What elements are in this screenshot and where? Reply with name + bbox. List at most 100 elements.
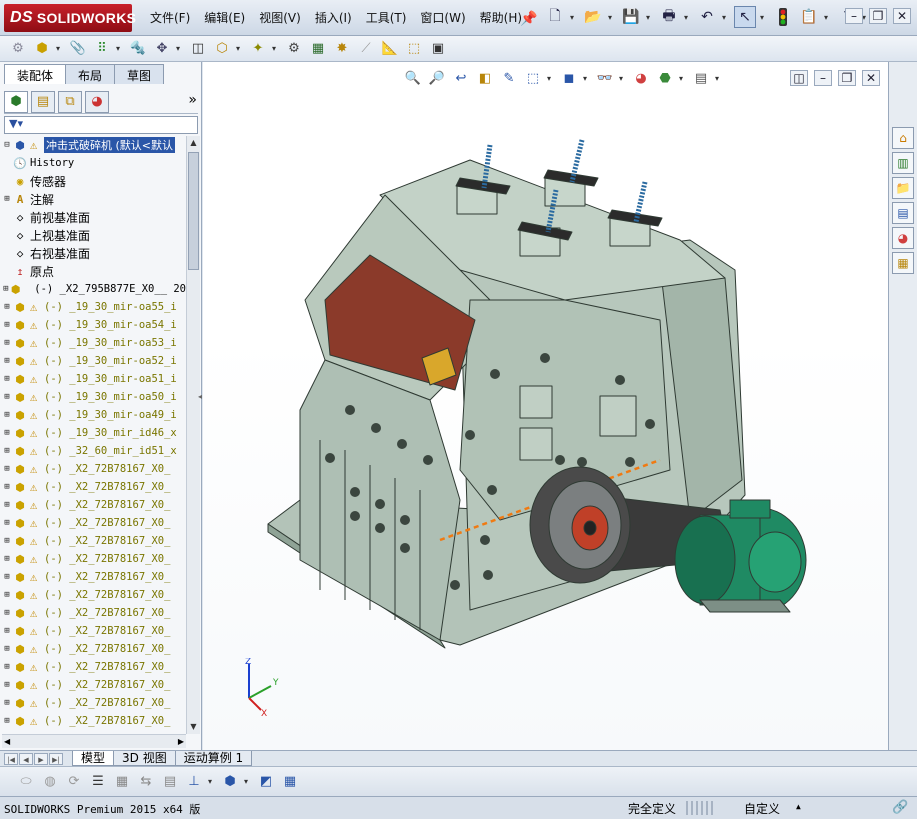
menu-view[interactable]: 视图(V): [259, 9, 301, 26]
tab-sketch[interactable]: 草图: [114, 64, 165, 84]
tab-model[interactable]: 模型: [72, 751, 115, 766]
print-dropdown-icon[interactable]: ▾: [684, 13, 692, 22]
panel-collapse-handle-icon[interactable]: ◂: [198, 392, 202, 401]
scroll-left-icon[interactable]: ◀: [4, 737, 10, 746]
properties-dropdown-icon[interactable]: ▾: [824, 13, 832, 22]
mirror-icon[interactable]: ⇆: [136, 772, 156, 792]
rebuild-traffic-light-icon[interactable]: [772, 6, 794, 28]
scroll-up-icon[interactable]: ▲: [187, 136, 200, 150]
bill-of-materials-icon[interactable]: ▦: [308, 39, 328, 59]
pattern-dropdown-icon[interactable]: ▾: [116, 44, 124, 53]
tree-component-row[interactable]: ⊞⬢ ⚠ (-) _X2_72B78167_X0_: [2, 514, 186, 532]
save-icon[interactable]: 💾: [620, 6, 642, 28]
open-folder-icon[interactable]: 📂: [582, 6, 604, 28]
tree-component-row[interactable]: ⊞ ⬢ ⚠ (-) _19_30_mir_id46_x: [2, 424, 186, 442]
tree-vertical-scrollbar[interactable]: ▲ ▼: [186, 136, 200, 734]
cube-blue-icon[interactable]: ⬢: [220, 772, 240, 792]
expand-icon[interactable]: ⊞: [2, 320, 12, 330]
tab-next-icon[interactable]: ▶: [34, 752, 48, 765]
collapse-icon[interactable]: ⊟: [2, 140, 12, 150]
tree-component-row[interactable]: ⊞⬢ ⚠ (-) _X2_72B78167_X0_: [2, 568, 186, 586]
tree-component-row[interactable]: ⊞⬢ ⚠ (-) _X2_72B78167_X0_: [2, 586, 186, 604]
expand-icon[interactable]: ⊞: [2, 194, 12, 204]
sphere-icon[interactable]: ◍: [40, 772, 60, 792]
close-icon[interactable]: ✕: [893, 8, 911, 24]
tree-component-row[interactable]: ⊞⬢ ⚠ (-) _X2_72B78167_X0_: [2, 676, 186, 694]
expand-icon[interactable]: ⊞: [2, 536, 12, 546]
scroll-thumb[interactable]: [188, 152, 199, 270]
appearances-icon[interactable]: ◕: [892, 227, 914, 249]
menu-tools[interactable]: 工具(T): [366, 9, 407, 26]
tab-first-icon[interactable]: |◀: [4, 752, 18, 765]
tree-component-row[interactable]: ⊞ ⬢ ⚠ (-) _19_30_mir-oa51_i: [2, 370, 186, 388]
status-units[interactable]: 自定义: [744, 800, 780, 817]
new-document-icon[interactable]: 🗋: [544, 6, 566, 28]
linear-pattern-icon[interactable]: ⠿: [92, 39, 112, 59]
insert-component-icon[interactable]: ⚙: [8, 39, 28, 59]
box-icon[interactable]: ◩: [256, 772, 276, 792]
grid-icon[interactable]: ▦: [112, 772, 132, 792]
tab-3d-views[interactable]: 3D 视图: [113, 751, 176, 766]
tree-node-front-plane[interactable]: ◇ 前视基准面: [2, 208, 186, 226]
smart-fasteners-icon[interactable]: 🔩: [128, 39, 148, 59]
expand-icon[interactable]: ⊞: [2, 284, 10, 294]
tree-node-top-plane[interactable]: ◇ 上视基准面: [2, 226, 186, 244]
expand-icon[interactable]: ⊞: [2, 644, 12, 654]
expand-icon[interactable]: ⊞: [2, 716, 12, 726]
move-dropdown-icon[interactable]: ▾: [176, 44, 184, 53]
move-component-icon[interactable]: ✥: [152, 39, 172, 59]
display-manager-icon[interactable]: ◕: [85, 90, 109, 113]
tree-node-history[interactable]: 🕓 History: [2, 154, 186, 172]
open-dropdown-icon[interactable]: ▾: [608, 13, 616, 22]
mate-icon[interactable]: 📎: [68, 39, 88, 59]
menu-file[interactable]: 文件(F): [150, 9, 190, 26]
select-dropdown-icon[interactable]: ▾: [760, 13, 768, 22]
expand-icon[interactable]: ⊞: [2, 338, 12, 348]
property-manager-icon[interactable]: ▤: [31, 90, 55, 113]
instant-3d-icon[interactable]: ⬚: [404, 39, 424, 59]
tree-node-right-plane[interactable]: ◇ 右视基准面: [2, 244, 186, 262]
print-icon[interactable]: 🖶: [658, 6, 680, 28]
solidworks-resources-icon[interactable]: ⌂: [892, 127, 914, 149]
pin-icon[interactable]: 📌: [518, 8, 540, 30]
scroll-right-icon[interactable]: ▶: [178, 737, 184, 746]
expand-icon[interactable]: ⊞: [2, 626, 12, 636]
tab-motion-study[interactable]: 运动算例 1: [174, 751, 253, 766]
expand-icon[interactable]: ⊞: [2, 392, 12, 402]
new-part-dropdown-icon[interactable]: ▾: [56, 44, 64, 53]
menu-window[interactable]: 窗口(W): [420, 9, 465, 26]
expand-icon[interactable]: ⊞: [2, 608, 12, 618]
tab-last-icon[interactable]: ▶|: [49, 752, 63, 765]
expand-icon[interactable]: ⊞: [2, 554, 12, 564]
tree-component-row[interactable]: ⊞⬢ ⚠ (-) _X2_72B78167_X0_: [2, 712, 186, 730]
custom-properties-icon[interactable]: ▦: [892, 252, 914, 274]
configuration-manager-icon[interactable]: ⧉: [58, 90, 82, 113]
tree-component-row[interactable]: ⊞⬢ ⚠ (-) _X2_72B78167_X0_: [2, 460, 186, 478]
tree-component-row[interactable]: ⊞⬢ ⚠ (-) _X2_72B78167_X0_: [2, 658, 186, 676]
menu-insert[interactable]: 插入(I): [315, 9, 352, 26]
feature-manager-tree-icon[interactable]: ⬢: [4, 90, 28, 113]
reference-dropdown-icon[interactable]: ▾: [272, 44, 280, 53]
expand-icon[interactable]: ⊞: [2, 374, 12, 384]
tree-component-row[interactable]: ⊞ ⬢ ⚠ (-) _19_30_mir-oa50_i: [2, 388, 186, 406]
expand-icon[interactable]: ⊞: [2, 698, 12, 708]
quick-tips-icon[interactable]: 🔗: [892, 800, 908, 815]
tree-component-row[interactable]: ⊞ ⬢ ⚠ (-) _19_30_mir-oa55_i: [2, 298, 186, 316]
expand-icon[interactable]: ⊞: [2, 446, 12, 456]
units-dropdown-icon[interactable]: ▲: [796, 802, 801, 811]
dimension-icon[interactable]: ⊥: [184, 772, 204, 792]
tree-component-row[interactable]: ⊞ ⬢ ⚠ (-) _19_30_mir-oa52_i: [2, 352, 186, 370]
undo-icon[interactable]: ↶: [696, 6, 718, 28]
design-library-icon[interactable]: ▥: [892, 152, 914, 174]
tree-component-row[interactable]: ⊞⬢ ⚠ (-) _X2_72B78167_X0_: [2, 694, 186, 712]
tree-component-row[interactable]: ⊞⬢ ⚠ (-) _X2_72B78167_X0_: [2, 496, 186, 514]
new-motion-study-icon[interactable]: ⚙: [284, 39, 304, 59]
tree-component-row[interactable]: ⊞ ⬢ ⚠ (-) _19_30_mir-oa54_i: [2, 316, 186, 334]
view-palette-icon[interactable]: ▤: [892, 202, 914, 224]
tree-component-row[interactable]: ⊞⬢ ⚠ (-) _X2_72B78167_X0_: [2, 550, 186, 568]
scroll-down-icon[interactable]: ▼: [187, 720, 200, 734]
lines-icon[interactable]: ☰: [88, 772, 108, 792]
interference-detection-icon[interactable]: 📐: [380, 39, 400, 59]
assembly-features-icon[interactable]: ⬡: [212, 39, 232, 59]
tree-filter-input[interactable]: ▼▾: [4, 116, 198, 134]
